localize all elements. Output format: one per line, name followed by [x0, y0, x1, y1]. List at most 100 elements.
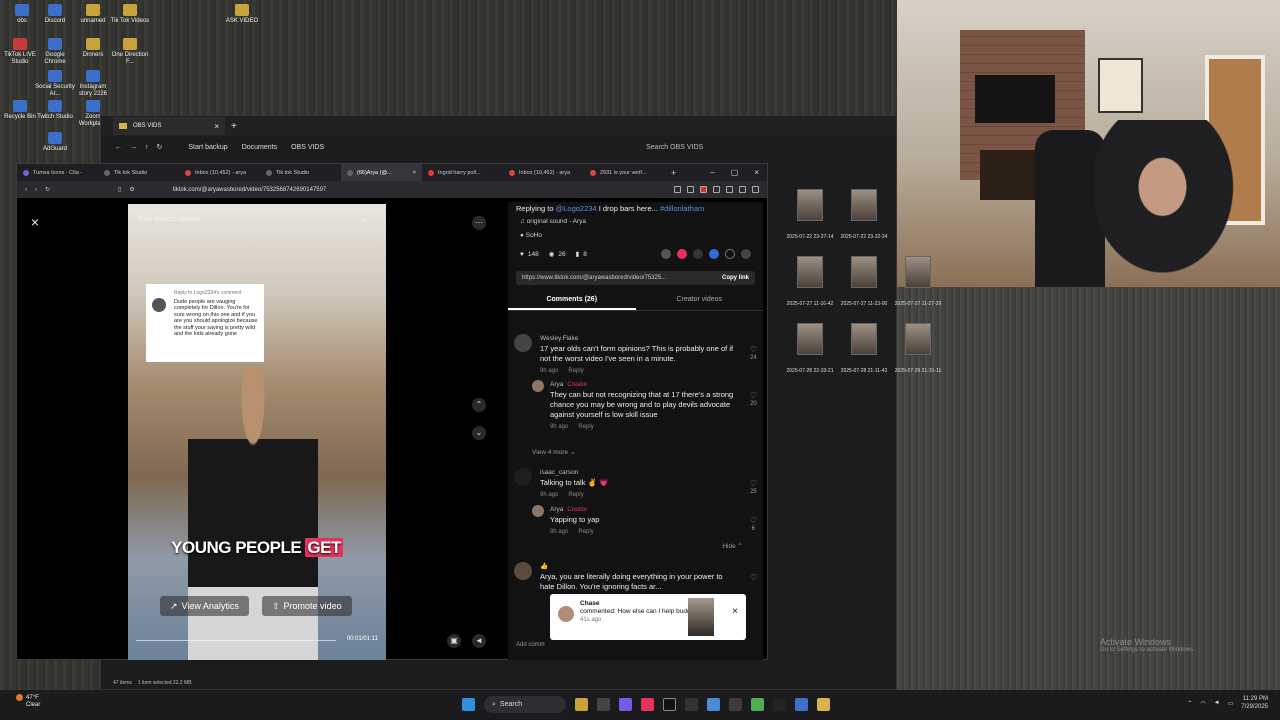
explorer-tab[interactable]: OBS VIDS × — [113, 117, 225, 135]
taskbar-search[interactable]: ⌕ Search — [484, 696, 566, 713]
battery-icon[interactable]: ▭ — [1228, 700, 1234, 707]
copy-link-button[interactable]: Copy link — [722, 275, 749, 281]
brave-icon[interactable] — [641, 698, 654, 711]
avatar[interactable] — [532, 505, 544, 517]
volume-icon[interactable]: ◄ — [1214, 700, 1220, 706]
desktop-icon-discord[interactable]: Discord — [35, 4, 75, 25]
app-icon[interactable] — [707, 698, 720, 711]
tiktok-icon[interactable] — [663, 698, 676, 711]
repost-icon[interactable] — [677, 249, 687, 259]
comment-like-button[interactable]: ♡ 24 — [750, 346, 757, 362]
embed-icon[interactable] — [661, 249, 671, 259]
forward-icon[interactable]: → — [130, 144, 137, 151]
edge-icon[interactable] — [795, 698, 808, 711]
video-thumbnail[interactable] — [905, 256, 931, 288]
refresh-icon[interactable]: ↻ — [157, 143, 163, 151]
x-icon[interactable] — [725, 249, 735, 259]
close-icon[interactable]: × — [214, 122, 219, 131]
desktop-icon-one-direction[interactable]: One Direction F... — [110, 38, 150, 66]
promote-video-button[interactable]: ⇧ Promote video — [262, 596, 352, 616]
bookmark-icon[interactable]: ▯ — [118, 186, 121, 193]
clock[interactable]: 11:29 PM 7/29/2025 — [1241, 695, 1268, 711]
file-explorer-icon[interactable] — [817, 698, 830, 711]
sound-link[interactable]: ♫ original sound - Arya — [508, 215, 763, 229]
video-player[interactable]: Find related content ⌕ Reply to Logo2234… — [128, 204, 386, 660]
extension-icon[interactable] — [674, 186, 681, 193]
windows-start-icon[interactable] — [462, 698, 475, 711]
comment-like-button[interactable]: ♡ 20 — [750, 392, 757, 408]
back-icon[interactable]: ‹ — [25, 187, 27, 193]
comment-notification-toast[interactable]: Chase commented: How else can I help bud… — [550, 594, 746, 640]
desktop-icon-social-security[interactable]: Social Security Ar... — [35, 70, 75, 98]
maximize-icon[interactable]: ▢ — [731, 168, 739, 177]
mention-link[interactable]: @Logo2234 — [556, 204, 597, 213]
desktop-icon-tiktok-videos[interactable]: Tik Tok Videos — [110, 4, 150, 25]
close-viewer-button[interactable]: × — [27, 214, 43, 230]
breadcrumb-item[interactable]: Documents — [242, 144, 277, 151]
close-icon[interactable]: × — [413, 170, 416, 176]
video-thumbnail[interactable] — [851, 189, 877, 221]
avatar[interactable] — [514, 562, 532, 580]
video-thumbnail[interactable] — [797, 256, 823, 288]
weather-widget[interactable]: 47°F Clear — [16, 694, 40, 709]
browser-tab[interactable]: Tumsa Icons - Cita - — [17, 164, 98, 181]
extension-icon[interactable] — [726, 186, 733, 193]
new-tab-icon[interactable]: + — [231, 121, 237, 132]
reply-button[interactable]: Reply — [578, 529, 593, 535]
task-view-icon[interactable] — [597, 698, 610, 711]
reply-button[interactable]: Reply — [578, 424, 593, 430]
browser-tab[interactable]: Ingrid harry poll... — [422, 164, 503, 181]
avatar[interactable] — [532, 380, 544, 392]
comment-like-button[interactable]: ♡ — [750, 574, 757, 582]
breadcrumb-item[interactable]: Start backup — [188, 144, 227, 151]
share-icon[interactable] — [693, 249, 703, 259]
extension-icon[interactable] — [739, 186, 746, 193]
chevron-up-icon[interactable]: ⌃ — [1187, 700, 1192, 707]
browser-tab[interactable]: Inbox (10,452) - arya — [503, 164, 584, 181]
browser-tab[interactable]: 2931 is your verif... — [584, 164, 665, 181]
desktop-icon-unnamed[interactable]: unnamed — [73, 4, 113, 25]
video-thumbnail[interactable] — [797, 323, 823, 355]
chrome-icon[interactable] — [751, 698, 764, 711]
minimize-icon[interactable]: – — [710, 168, 714, 177]
obs-icon[interactable] — [685, 698, 698, 711]
widgets-icon[interactable] — [575, 698, 588, 711]
view-more-replies[interactable]: View 4 more ⌄ — [532, 448, 575, 456]
next-video-icon[interactable]: ⌄ — [472, 426, 486, 440]
explorer-search-input[interactable]: Search OBS VIDS — [646, 144, 796, 151]
video-thumbnail[interactable] — [851, 323, 877, 355]
discord-icon[interactable] — [619, 698, 632, 711]
reply-button[interactable]: Reply — [568, 368, 583, 374]
previous-video-icon[interactable]: ⌃ — [472, 398, 486, 412]
network-icon[interactable]: ◠ — [1200, 700, 1205, 707]
volume-icon[interactable]: ◄ — [472, 634, 486, 648]
desktop-icon-adguard[interactable]: AdGuard — [35, 132, 75, 153]
extension-icon[interactable] — [713, 186, 720, 193]
like-button[interactable]: ♥ 148 — [520, 251, 539, 258]
tab-comments[interactable]: Comments (26) — [508, 291, 636, 310]
desktop-icon-twitch[interactable]: Twitch Studio — [35, 100, 75, 121]
app-icon[interactable] — [729, 698, 742, 711]
more-options-icon[interactable]: ⋯ — [472, 216, 486, 230]
forward-icon[interactable] — [741, 249, 751, 259]
up-icon[interactable]: ↑ — [145, 144, 149, 151]
video-thumbnail[interactable] — [905, 323, 931, 355]
avatar[interactable] — [514, 334, 532, 352]
desktop-icon-ask-video[interactable]: ASK VIDEO — [222, 4, 262, 25]
desktop-icon-recycle-bin[interactable]: Recycle Bin — [0, 100, 40, 121]
pip-icon[interactable]: ▣ — [447, 634, 461, 648]
extension-icon[interactable] — [687, 186, 694, 193]
browser-tab[interactable]: Tik tok Studio — [260, 164, 341, 181]
video-thumbnail[interactable] — [851, 256, 877, 288]
breadcrumb-item[interactable]: OBS VIDS — [291, 144, 324, 151]
related-search-input[interactable]: Find related content ⌕ — [138, 216, 370, 230]
new-tab-icon[interactable]: + — [665, 168, 682, 178]
comment-button[interactable]: ◉ 26 — [549, 250, 566, 259]
back-icon[interactable]: ← — [115, 144, 122, 151]
reply-button[interactable]: Reply — [568, 492, 583, 498]
extension-icon[interactable] — [700, 186, 707, 193]
browser-tab[interactable]: Tik tok Studio — [98, 164, 179, 181]
tab-creator-videos[interactable]: Creator videos — [636, 291, 764, 310]
desktop-icon-instagram[interactable]: Instagram story 2226 — [73, 70, 113, 98]
forward-icon[interactable]: › — [35, 187, 37, 193]
